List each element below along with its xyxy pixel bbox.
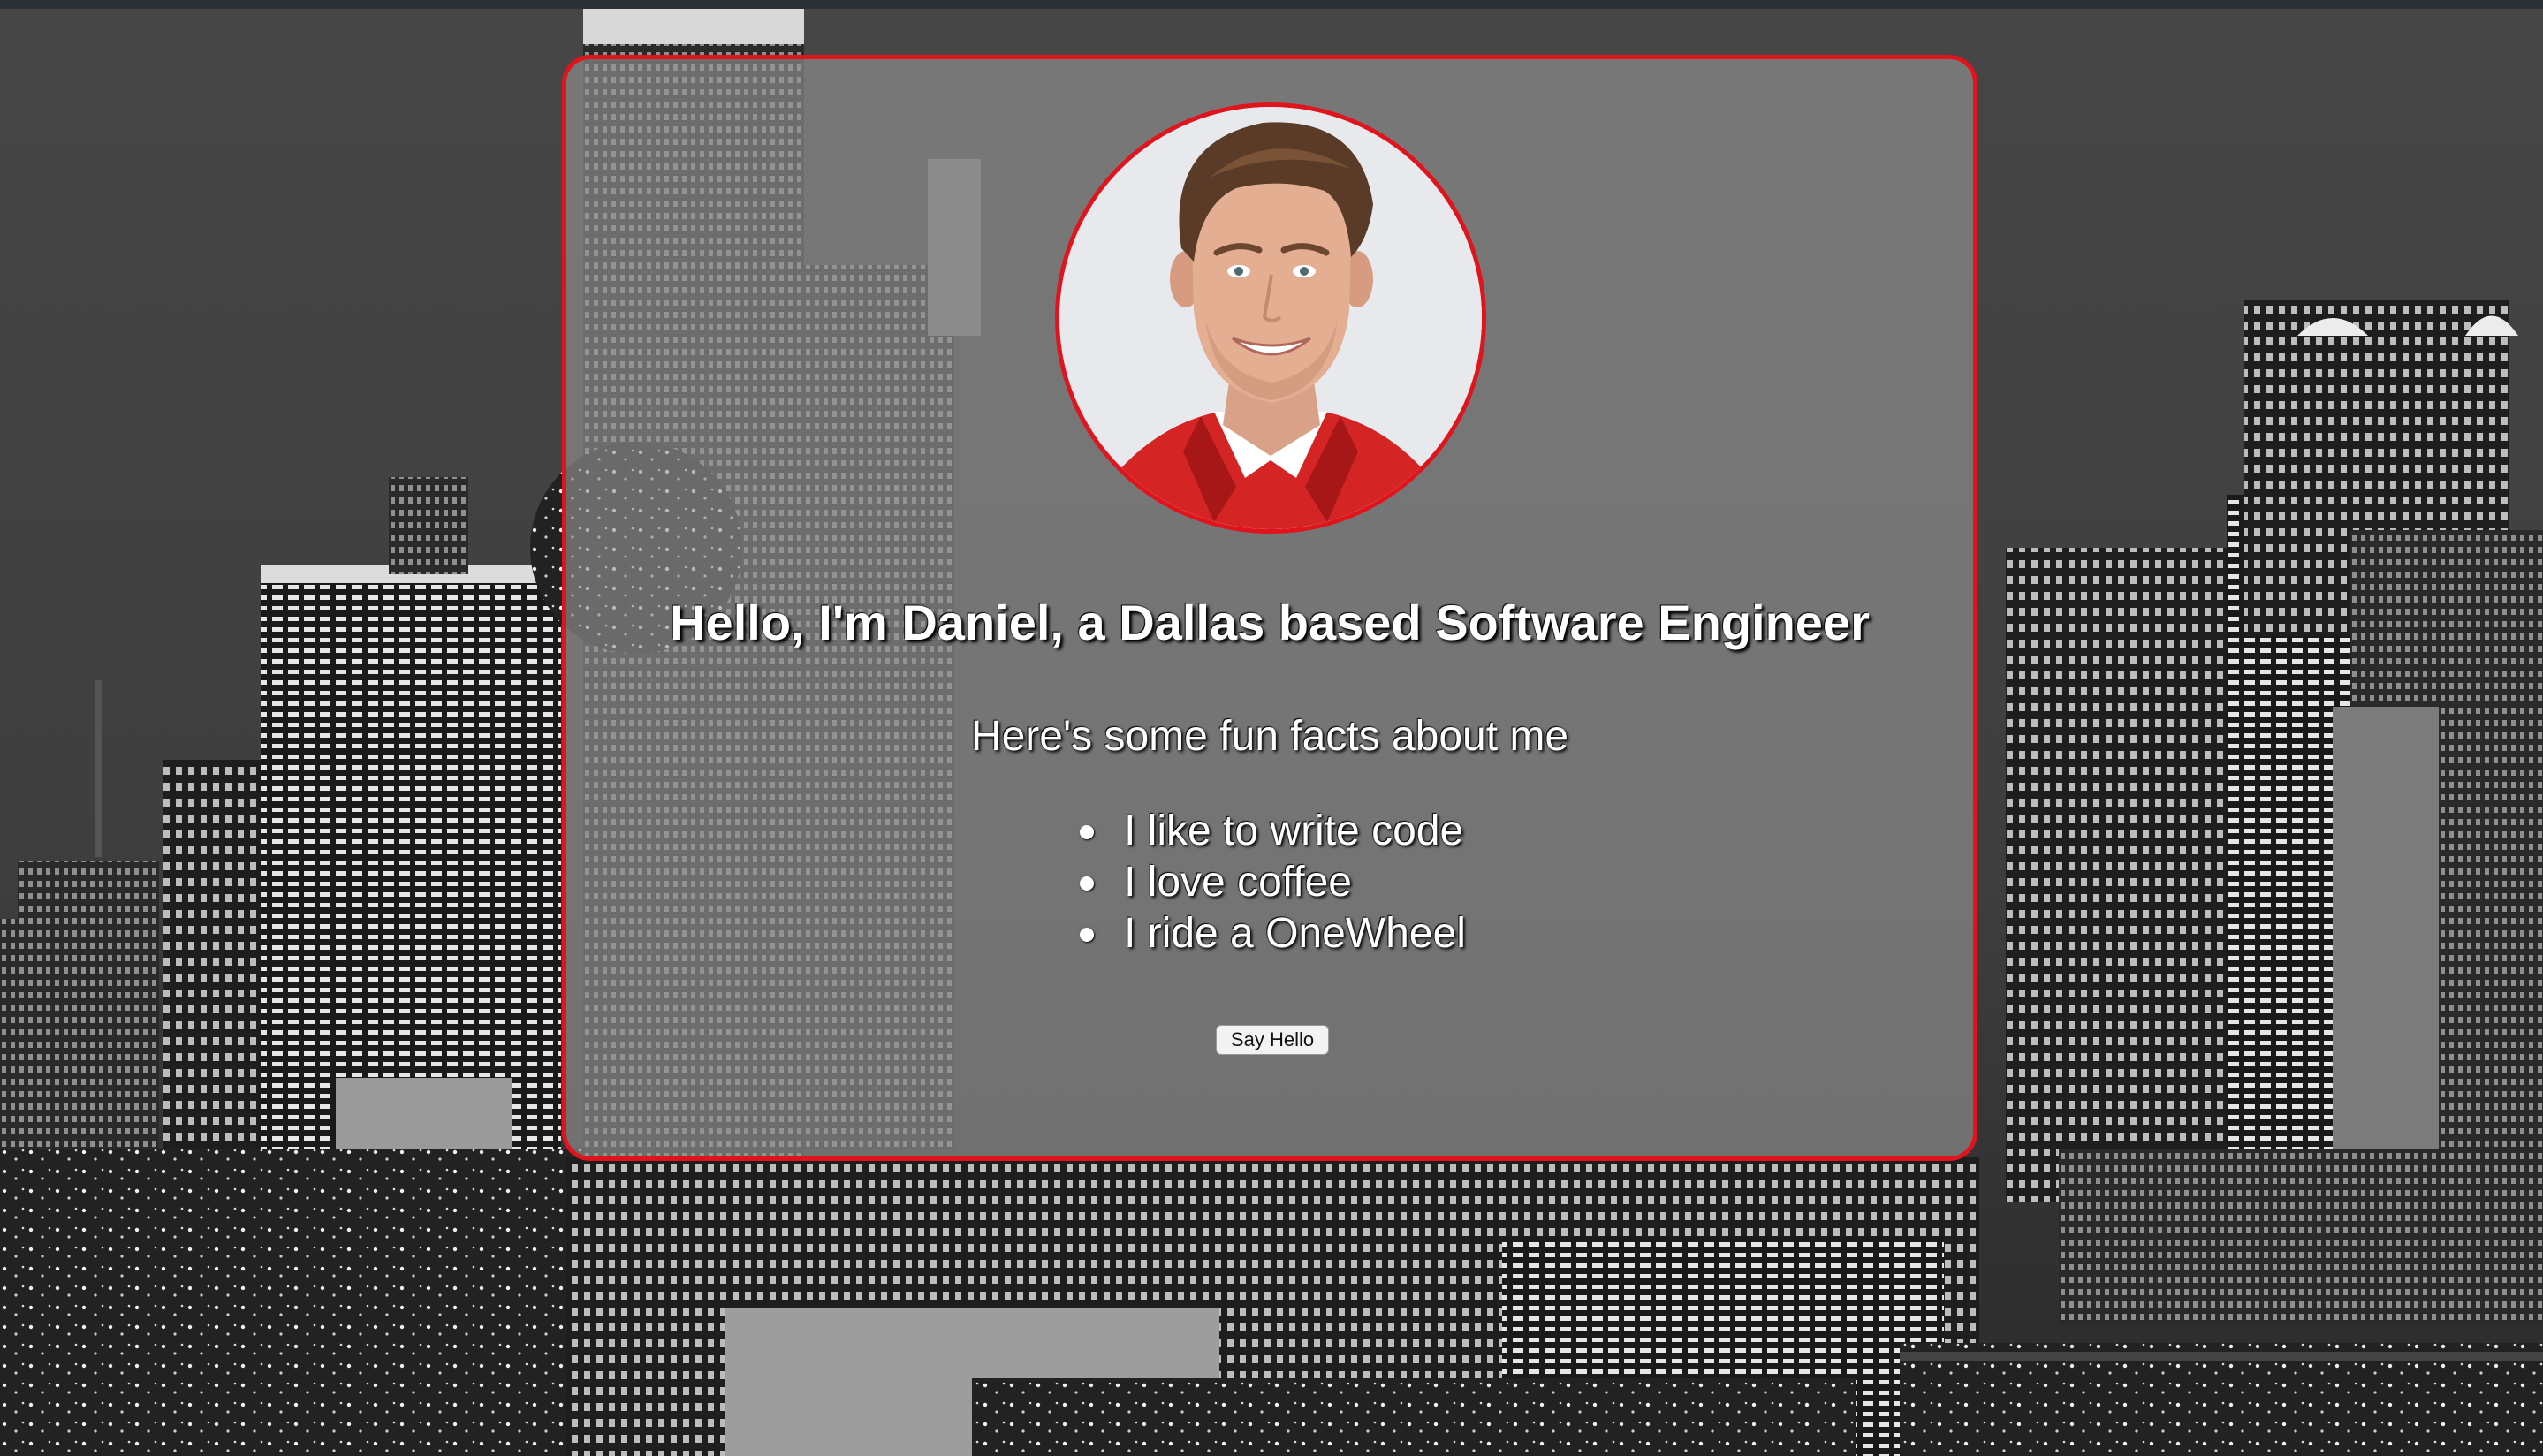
list-item: I like to write code [1080, 806, 1466, 857]
list-item: I ride a OneWheel [1080, 908, 1466, 959]
profile-avatar [1055, 102, 1486, 534]
say-hello-button[interactable]: Say Hello [1216, 1025, 1329, 1055]
bullet-icon [1080, 928, 1094, 942]
page: Hello, I'm Daniel, a Dallas based Softwa… [0, 0, 2543, 1456]
portrait-image [1059, 107, 1482, 529]
list-item: I love coffee [1080, 857, 1466, 908]
fun-facts-heading: Here's some fun facts about me [970, 713, 1569, 760]
fact-text: I like to write code [1124, 808, 1464, 854]
bullet-icon [1080, 825, 1094, 839]
browser-top-bar [0, 0, 2543, 9]
page-headline: Hello, I'm Daniel, a Dallas based Softwa… [670, 595, 1870, 650]
fun-facts-list: I like to write code I love coffee I rid… [1080, 806, 1466, 959]
fact-text: I love coffee [1124, 859, 1352, 906]
fact-text: I ride a OneWheel [1124, 910, 1466, 957]
bullet-icon [1080, 876, 1094, 891]
